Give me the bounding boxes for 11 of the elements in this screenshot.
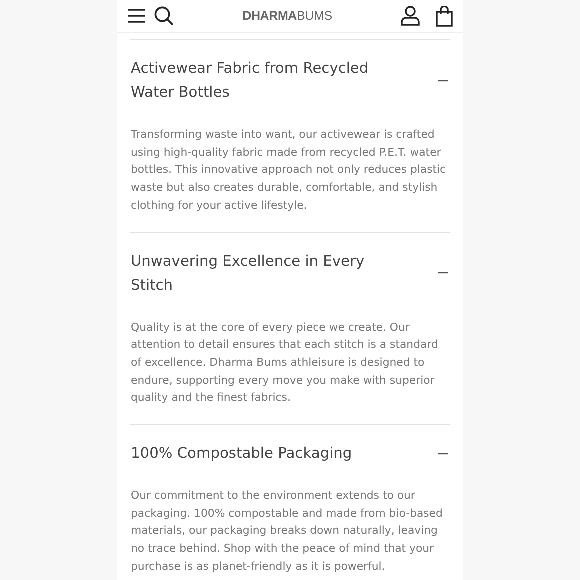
cart-button[interactable]	[436, 6, 453, 26]
section-text: Transforming waste into want, our activewear is crafted using high-quality fabric made from recycled P.E.T. water bottles. This innovative approach not only reduces plastic waste but also creates durable, comfortable, and stylish clothing for your active lifestyle.	[130, 127, 448, 214]
accordion-title[interactable]: Activewear Fabric from Recycled Water Bottles	[131, 57, 406, 105]
search-button[interactable]	[154, 6, 174, 26]
section-text: Quality is at the core of every piece we create. Our attention to detail ensures that each stitch is a standard of excellence. Dharma Bums athleisure is designed to endure, supporting every move you make with superior quality and the finest fabrics.	[130, 320, 440, 406]
accordion-title[interactable]: Unwavering Excellence in Every Stitch	[131, 250, 406, 298]
accordion-title[interactable]: 100% Compostable Packaging	[131, 442, 352, 466]
brand-logo[interactable]: DHARMABUMS	[242, 6, 332, 26]
menu-button[interactable]	[127, 8, 146, 24]
section-text: Our commitment to the environment extends to our packaging. 100% compostable and made from bio-based materials, our packaging breaks down naturally, leaving no trace behind. Shop with the peace of mind that your purchase is as planet-friendly as it is powerful.	[130, 488, 444, 575]
account-button[interactable]	[401, 6, 420, 26]
